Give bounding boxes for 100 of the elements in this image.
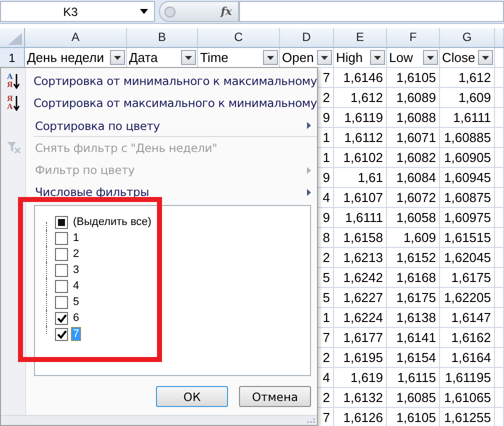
caret-icon xyxy=(114,56,121,60)
table-cell: 1,6132 xyxy=(343,390,383,405)
list-item-label[interactable]: (Выделить все) xyxy=(71,215,154,229)
ok-button[interactable]: ОК xyxy=(156,386,228,407)
filter-dropdown-button[interactable] xyxy=(370,50,385,65)
name-box[interactable]: K3 xyxy=(0,1,155,22)
filter-dropdown-button[interactable] xyxy=(110,50,125,65)
table-cell: 1,61515 xyxy=(444,230,491,245)
table-cell: High xyxy=(336,50,363,65)
insert-function-button[interactable]: fx xyxy=(220,5,232,18)
caret-icon xyxy=(267,56,274,60)
list-item-label[interactable]: 6 xyxy=(71,311,82,325)
filter-dropdown-button[interactable] xyxy=(478,50,493,65)
column-header[interactable]: E xyxy=(334,28,387,47)
list-item-label[interactable]: 1 xyxy=(71,231,82,245)
list-item-label[interactable]: 5 xyxy=(71,295,82,309)
table-cell: 1,61065 xyxy=(444,390,491,405)
table-cell: 1,6072 xyxy=(396,190,436,205)
table-cell: 1 xyxy=(322,150,330,165)
table-cell: 1,612 xyxy=(350,90,383,105)
table-cell: 1,62045 xyxy=(444,250,491,265)
table-cell: 1,6111 xyxy=(453,110,491,125)
table-cell: 1,619 xyxy=(350,370,383,385)
checkbox[interactable] xyxy=(55,216,68,228)
table-cell: 1 xyxy=(322,130,330,145)
table-cell: 1,6146 xyxy=(343,70,383,85)
list-item-label[interactable]: 2 xyxy=(71,247,82,261)
column-header[interactable]: D xyxy=(280,28,334,47)
table-cell: 1,6158 xyxy=(343,230,383,245)
table-cell: 1,6164 xyxy=(451,350,491,365)
table-cell: Close xyxy=(442,50,476,65)
clear-filter-icon xyxy=(7,142,21,154)
table-cell: 1,6195 xyxy=(343,350,383,365)
table-cell: 2 xyxy=(322,250,330,265)
table-cell: Дата xyxy=(129,50,158,65)
menu-item[interactable]: Числовые фильтры xyxy=(1,181,317,203)
checkbox[interactable] xyxy=(55,280,68,292)
table-cell: 1,6119 xyxy=(344,110,383,125)
table-cell: 1,6111 xyxy=(345,210,383,225)
caret-icon xyxy=(427,56,434,60)
column-header[interactable]: F xyxy=(387,28,440,47)
table-cell: 4 xyxy=(322,370,330,385)
submenu-arrow-icon xyxy=(307,188,311,196)
table-cell: 1,6115 xyxy=(397,370,436,385)
table-cell: 1,60945 xyxy=(444,170,491,185)
table-cell: 1,6126 xyxy=(343,410,383,425)
table-cell: 1,609 xyxy=(458,90,491,105)
menu-item[interactable]: A Я Сортировка от минимального к максимальному xyxy=(1,70,317,92)
caret-icon xyxy=(140,9,148,14)
checkbox[interactable] xyxy=(55,312,68,324)
table-cell: 1,6085 xyxy=(396,390,436,405)
list-item-label[interactable]: 3 xyxy=(71,263,82,277)
table-cell: 2 xyxy=(322,350,330,365)
table-cell: 8 xyxy=(322,230,330,245)
menu-item[interactable]: Я A Сортировка от максимального к минимальному xyxy=(1,92,317,114)
table-cell: 1,6168 xyxy=(396,270,436,285)
table-cell: 1,6138 xyxy=(396,310,436,325)
list-item-label[interactable]: 4 xyxy=(71,279,82,293)
table-cell: 1,60885 xyxy=(444,130,491,145)
table-cell: 7 xyxy=(322,330,330,345)
checkbox[interactable] xyxy=(55,328,68,340)
table-cell: День недели xyxy=(27,50,104,65)
filter-dropdown-button[interactable] xyxy=(423,50,438,65)
column-header[interactable]: A xyxy=(25,28,127,47)
table-cell: 1,6105 xyxy=(396,70,436,85)
formula-input[interactable] xyxy=(239,1,504,22)
table-cell: 1,6105 xyxy=(396,410,436,425)
table-cell: 2 xyxy=(322,390,330,405)
submenu-arrow-icon xyxy=(307,122,311,129)
table-cell: 9 xyxy=(322,210,330,225)
filter-dropdown-button[interactable] xyxy=(263,50,278,65)
column-header[interactable]: G xyxy=(440,28,495,47)
table-cell: 1,61195 xyxy=(444,370,491,385)
checkbox[interactable] xyxy=(55,296,68,308)
table-cell: 1,6147 xyxy=(451,310,491,325)
checkbox[interactable] xyxy=(55,248,68,260)
row-number[interactable]: 1 xyxy=(0,48,25,68)
table-cell: 5 xyxy=(322,270,330,285)
cancel-button[interactable]: Отмена xyxy=(239,386,311,407)
table-cell: 1,6112 xyxy=(344,130,383,145)
table-cell: 1,60905 xyxy=(444,150,491,165)
checkbox[interactable] xyxy=(55,232,68,244)
checkbox[interactable] xyxy=(55,264,68,276)
table-cell: 1,60875 xyxy=(444,190,491,205)
filter-dropdown-button[interactable] xyxy=(181,50,196,65)
table-cell: 1,6224 xyxy=(343,310,383,325)
filter-dropdown-button[interactable] xyxy=(317,50,332,65)
table-cell: 1,6175 xyxy=(396,290,436,305)
column-header[interactable]: B xyxy=(127,28,198,47)
column-header[interactable]: C xyxy=(198,28,280,47)
caret-icon xyxy=(185,56,192,60)
table-cell: 1,6107 xyxy=(343,190,383,205)
table-cell: 1,6177 xyxy=(343,330,383,345)
table-cell: 7 xyxy=(322,410,330,425)
table-cell: 1,609 xyxy=(403,230,436,245)
table-cell: 1,6071 xyxy=(396,130,436,145)
expand-handle-icon[interactable] xyxy=(164,6,176,18)
caret-icon xyxy=(374,56,381,60)
table-cell: 9 xyxy=(322,170,330,185)
table-cell: Open xyxy=(282,50,314,65)
